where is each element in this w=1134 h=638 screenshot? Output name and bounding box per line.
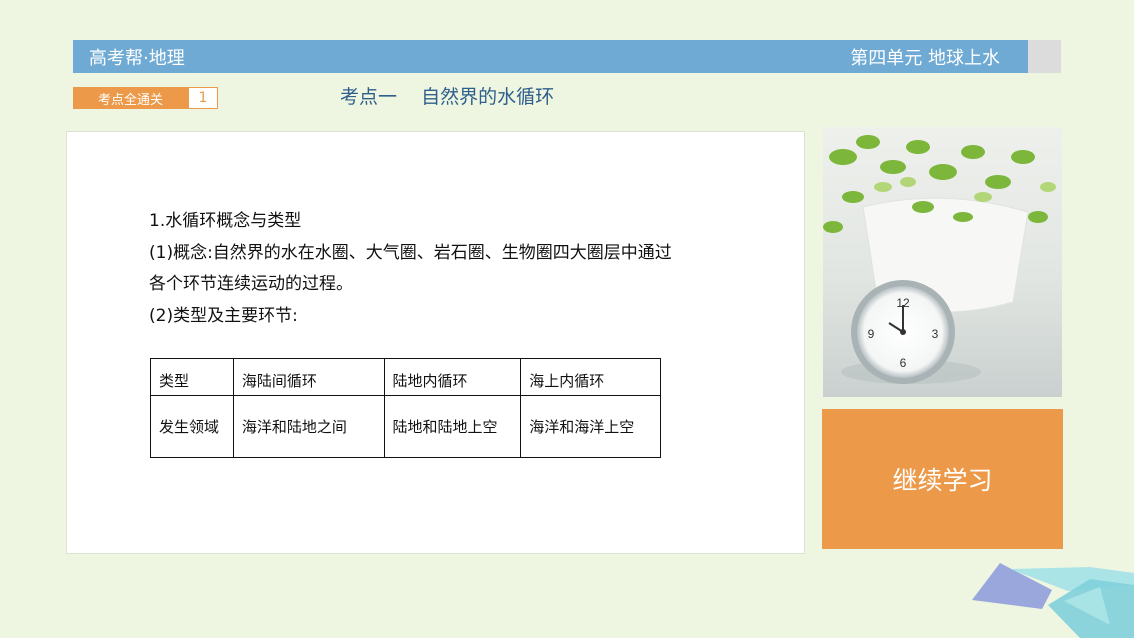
continue-learning-button[interactable]: 继续学习	[822, 409, 1063, 549]
table-cell: 发生领域	[150, 395, 234, 458]
badge-number: 1	[188, 87, 218, 109]
content-line: 各个环节连续运动的过程。	[149, 274, 353, 294]
clock-number: 6	[900, 356, 907, 370]
table-cell: 陆地和陆地上空	[383, 395, 522, 458]
header-bar: 高考帮·地理 第四单元 地球上水	[73, 40, 1028, 73]
plant-clock-photo: 12 3 6 9	[823, 127, 1062, 397]
table-cell: 海上内循环	[520, 358, 661, 396]
content-line: 1.水循环概念与类型	[149, 211, 302, 231]
table-row: 类型 海陆间循环 陆地内循环 海上内循环	[150, 358, 661, 396]
unit-title: 第四单元 地球上水	[850, 47, 1000, 69]
table-cell: 海洋和海洋上空	[520, 395, 661, 458]
header-tail-block	[1028, 40, 1061, 73]
table-cell: 类型	[150, 358, 234, 396]
content-line: (2)类型及主要环节:	[149, 305, 298, 326]
photo-illustration: 12 3 6 9	[823, 127, 1062, 397]
decorative-shapes	[972, 563, 1134, 638]
content-card: 1.水循环概念与类型 (1)概念:自然界的水在水圈、大气圈、岩石圈、生物圈四大圈…	[66, 131, 805, 554]
clock-number: 3	[932, 327, 939, 341]
content-text: 1.水循环概念与类型 (1)概念:自然界的水在水圈、大气圈、岩石圈、生物圈四大圈…	[149, 206, 709, 332]
badge-label: 考点全通关	[73, 87, 188, 109]
table-cell: 海陆间循环	[232, 358, 385, 396]
table-row: 发生领域 海洋和陆地之间 陆地和陆地上空 海洋和海洋上空	[150, 395, 661, 458]
content-line: (1)概念:自然界的水在水圈、大气圈、岩石圈、生物圈四大圈层中通过	[149, 242, 672, 263]
table-cell: 海洋和陆地之间	[232, 395, 385, 458]
clock-number: 9	[868, 327, 875, 341]
table-cell: 陆地内循环	[383, 358, 522, 396]
course-title: 高考帮·地理	[89, 47, 185, 69]
section-badge: 考点全通关 1	[73, 87, 218, 109]
water-cycle-table: 类型 海陆间循环 陆地内循环 海上内循环 发生领域 海洋和陆地之间 陆地和陆地上…	[150, 358, 661, 458]
section-title: 考点一 自然界的水循环	[340, 86, 555, 108]
